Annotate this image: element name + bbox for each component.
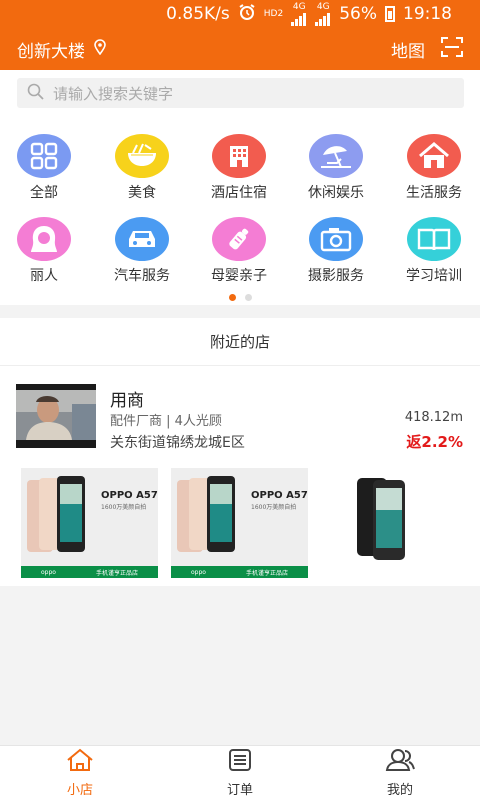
beach-umbrella-icon bbox=[309, 134, 363, 178]
shop-rebate: 返2.2% bbox=[406, 433, 463, 451]
nav-label: 我的 bbox=[386, 783, 413, 798]
category-label: 母婴亲子 bbox=[211, 268, 267, 284]
book-icon bbox=[407, 217, 461, 261]
battery-percent: 56% bbox=[339, 4, 377, 24]
status-bar: 0.85K/s HD2 4G 4G 56% 19:18 bbox=[0, 0, 480, 28]
product-store: 手机谨亨正品店 bbox=[245, 569, 288, 577]
camera-icon bbox=[309, 217, 363, 261]
product-name: OPPO A57 bbox=[101, 490, 158, 501]
noodle-bowl-icon bbox=[115, 134, 169, 178]
category-photography[interactable]: 摄影服务 bbox=[288, 217, 384, 285]
product-brand: oppo bbox=[191, 568, 206, 576]
woman-head-icon bbox=[17, 217, 71, 261]
category-grid: 全部 美食 酒店住宿 休闲娱乐 生活服务 丽人 汽车服务 母婴亲子 摄影服务 学… bbox=[0, 120, 480, 305]
search-input[interactable]: 请输入搜索关键字 bbox=[17, 78, 464, 108]
product-image[interactable] bbox=[321, 468, 458, 578]
category-label: 全部 bbox=[30, 185, 58, 201]
category-beauty[interactable]: 丽人 bbox=[0, 217, 92, 285]
category-education[interactable]: 学习培训 bbox=[386, 217, 480, 285]
category-label: 酒店住宿 bbox=[211, 185, 267, 201]
nav-label: 订单 bbox=[226, 783, 253, 798]
nav-profile[interactable]: 我的 bbox=[320, 746, 480, 800]
shop-name: 用商 bbox=[110, 391, 144, 411]
grid-icon bbox=[17, 134, 71, 178]
nav-label: 小店 bbox=[66, 783, 93, 798]
baby-bottle-icon bbox=[212, 217, 266, 261]
clock: 19:18 bbox=[403, 4, 452, 24]
product-brand: oppo bbox=[41, 568, 56, 576]
category-food[interactable]: 美食 bbox=[94, 134, 190, 202]
search-icon bbox=[27, 83, 44, 104]
product-store: 手机谨亨正品店 bbox=[95, 569, 138, 577]
shop-distance: 418.12m bbox=[404, 410, 463, 425]
product-subtitle: 1600万美颜自拍 bbox=[101, 504, 147, 511]
network-4g-b: 4G bbox=[316, 1, 330, 12]
signal-icon-2 bbox=[315, 12, 331, 26]
hd-label: HD2 bbox=[263, 8, 284, 19]
house-icon bbox=[407, 134, 461, 178]
location-name: 创新大楼 bbox=[17, 41, 85, 62]
category-all[interactable]: 全部 bbox=[0, 134, 92, 202]
page-indicator bbox=[0, 294, 480, 301]
category-life-service[interactable]: 生活服务 bbox=[386, 134, 480, 202]
category-label: 丽人 bbox=[30, 268, 58, 284]
product-subtitle: 1600万美颜自拍 bbox=[251, 504, 297, 511]
product-brand-bar: oppo 手机谨亨正品店 bbox=[21, 566, 158, 578]
product-brand-bar: oppo 手机谨亨正品店 bbox=[171, 566, 308, 578]
list-icon bbox=[228, 748, 252, 776]
location-pin-icon bbox=[93, 38, 107, 60]
category-hotel[interactable]: 酒店住宿 bbox=[191, 134, 287, 202]
shop-meta: 配件厂商 | 4人光顾 bbox=[110, 414, 222, 429]
category-mother-baby[interactable]: 母婴亲子 bbox=[191, 217, 287, 285]
alarm-icon bbox=[238, 3, 256, 26]
page-dot-active[interactable] bbox=[228, 294, 236, 301]
car-icon bbox=[115, 217, 169, 261]
house-outline-icon bbox=[66, 748, 94, 776]
shop-card[interactable]: 用商 配件厂商 | 4人光顾 418.12m 关东街道锦绣龙城E区 返2.2% … bbox=[0, 376, 480, 578]
network-speed: 0.85K/s bbox=[166, 4, 230, 24]
network-4g-a: 4G bbox=[292, 1, 306, 12]
signal-icon bbox=[291, 12, 307, 26]
bottom-nav: 小店 订单 我的 bbox=[0, 745, 480, 800]
shop-thumbnail bbox=[16, 384, 96, 448]
category-label: 汽车服务 bbox=[114, 268, 170, 284]
user-icon bbox=[385, 748, 415, 776]
product-image[interactable]: OPPO A57 1600万美颜自拍 oppo 手机谨亨正品店 bbox=[21, 468, 158, 578]
top-header: 创新大楼 地图 bbox=[0, 28, 480, 70]
nav-shop[interactable]: 小店 bbox=[0, 746, 160, 800]
page-dot[interactable] bbox=[244, 294, 252, 301]
product-image[interactable]: OPPO A57 1600万美颜自拍 oppo 手机谨亨正品店 bbox=[171, 468, 308, 578]
category-label: 生活服务 bbox=[406, 185, 462, 201]
nav-orders[interactable]: 订单 bbox=[160, 746, 320, 800]
category-label: 美食 bbox=[128, 185, 156, 201]
shop-address: 关东街道锦绣龙城E区 bbox=[110, 435, 245, 451]
battery-icon bbox=[385, 6, 395, 22]
hotel-icon bbox=[212, 134, 266, 178]
category-label: 学习培训 bbox=[406, 268, 462, 284]
nearby-section: 附近的店 用商 配件厂商 | 4人光顾 418.12m 关东街道锦绣龙城E区 返… bbox=[0, 318, 480, 586]
search-placeholder: 请输入搜索关键字 bbox=[53, 84, 174, 103]
location-selector[interactable]: 创新大楼 bbox=[17, 37, 107, 62]
category-label: 休闲娱乐 bbox=[308, 185, 364, 201]
product-name: OPPO A57 bbox=[251, 490, 308, 501]
scan-icon[interactable] bbox=[441, 36, 463, 62]
category-car-service[interactable]: 汽车服务 bbox=[94, 217, 190, 285]
search-area: 请输入搜索关键字 bbox=[0, 70, 480, 120]
nearby-title: 附近的店 bbox=[0, 318, 480, 366]
category-label: 摄影服务 bbox=[308, 268, 364, 284]
category-leisure[interactable]: 休闲娱乐 bbox=[288, 134, 384, 202]
map-button[interactable]: 地图 bbox=[391, 37, 425, 62]
